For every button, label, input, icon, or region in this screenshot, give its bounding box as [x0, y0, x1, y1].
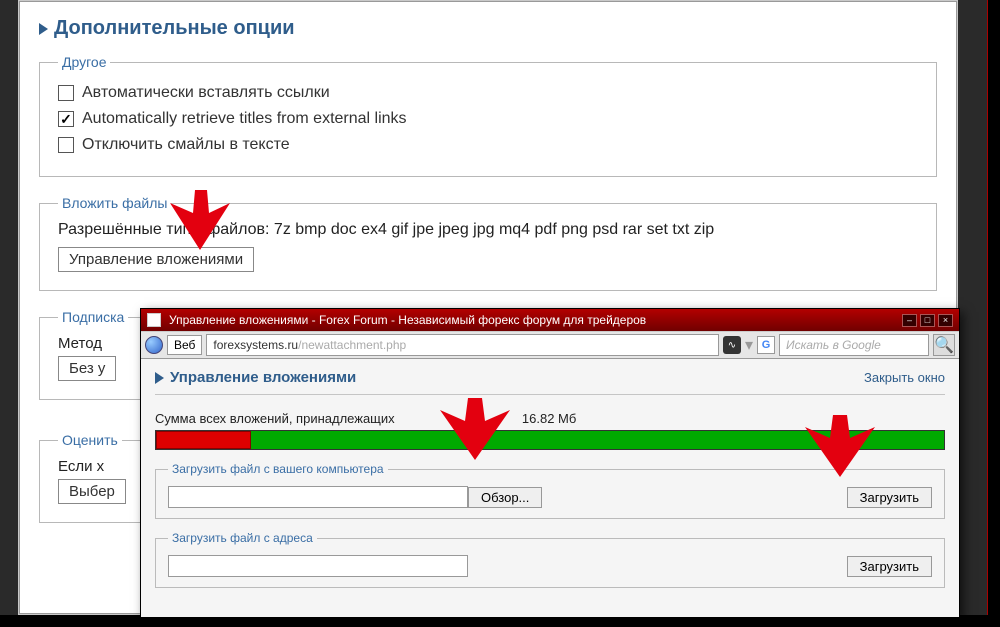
rss-icon[interactable]: ∿	[723, 336, 741, 354]
window-icon	[147, 313, 161, 327]
section-title[interactable]: Дополнительные опции	[39, 11, 937, 54]
maximize-button[interactable]: □	[920, 314, 935, 327]
browse-button[interactable]: Обзор...	[468, 487, 542, 508]
fieldset-upload-pc: Загрузить файл с вашего компьютера Обзор…	[155, 462, 945, 519]
checkbox-checked-icon[interactable]	[58, 111, 74, 127]
google-icon[interactable]: G	[757, 336, 775, 354]
checkbox-icon[interactable]	[58, 85, 74, 101]
popup-window-title: Управление вложениями - Forex Forum - Не…	[169, 313, 646, 327]
close-window-link[interactable]: Закрыть окно	[864, 370, 945, 385]
upload-button[interactable]: Загрузить	[847, 487, 932, 508]
fieldset-attach: Вложить файлы Разрешённые типы файлов: 7…	[39, 195, 937, 291]
quota-progress-bar	[155, 430, 945, 450]
url-host: forexsystems.ru	[213, 338, 298, 352]
legend-rate: Оценить	[58, 432, 122, 448]
triangle-right-icon	[155, 372, 164, 384]
allowed-filetypes: Разрешённые типы файлов: 7z bmp doc ex4 …	[58, 221, 918, 239]
url-path: /newattachment.php	[298, 338, 406, 352]
legend-subscribe: Подписка	[58, 309, 128, 325]
subscribe-method-label: Метод	[58, 335, 140, 352]
quota-value: 16.82 Мб	[522, 411, 576, 426]
fieldset-other: Другое Автоматически вставлять ссылки Au…	[39, 54, 937, 177]
subscribe-select[interactable]: Без у	[58, 356, 116, 381]
file-path-input[interactable]	[168, 486, 468, 508]
option-label: Automatically retrieve titles from exter…	[82, 110, 407, 128]
upload-button-2[interactable]: Загрузить	[847, 556, 932, 577]
option-label: Отключить смайлы в тексте	[82, 136, 290, 154]
legend-attach: Вложить файлы	[58, 195, 171, 211]
url-upload-input[interactable]	[168, 555, 468, 577]
quota-used-segment	[156, 431, 251, 449]
globe-icon	[145, 336, 163, 354]
browser-address-bar: Веб forexsystems.ru/newattachment.php ∿ …	[141, 331, 959, 359]
legend-other: Другое	[58, 54, 110, 70]
popup-body-title[interactable]: Управление вложениями	[155, 369, 356, 386]
option-label: Автоматически вставлять ссылки	[82, 84, 330, 102]
section-title-text: Дополнительные опции	[54, 17, 295, 40]
quota-label: Сумма всех вложений, принадлежащих 16.82…	[155, 411, 945, 426]
search-button[interactable]: 🔍	[933, 334, 955, 356]
close-button[interactable]: ×	[938, 314, 953, 327]
triangle-right-icon	[39, 23, 48, 35]
rate-if-label: Если х	[58, 458, 140, 475]
minimize-button[interactable]: –	[902, 314, 917, 327]
web-button[interactable]: Веб	[167, 335, 202, 355]
option-disable-smilies[interactable]: Отключить смайлы в тексте	[58, 132, 918, 158]
rate-select[interactable]: Выбер	[58, 479, 126, 504]
legend-upload-pc: Загрузить файл с вашего компьютера	[168, 462, 388, 476]
popup-titlebar[interactable]: Управление вложениями - Forex Forum - Не…	[141, 309, 959, 331]
option-retrieve-titles[interactable]: Automatically retrieve titles from exter…	[58, 106, 918, 132]
checkbox-icon[interactable]	[58, 137, 74, 153]
url-input[interactable]: forexsystems.ru/newattachment.php	[206, 334, 719, 356]
manage-attachments-button[interactable]: Управление вложениями	[58, 247, 254, 272]
option-auto-insert-links[interactable]: Автоматически вставлять ссылки	[58, 80, 918, 106]
legend-upload-url: Загрузить файл с адреса	[168, 531, 317, 545]
attachments-popup-window: Управление вложениями - Forex Forum - Не…	[140, 308, 960, 618]
fieldset-upload-url: Загрузить файл с адреса Загрузить	[155, 531, 945, 588]
google-search-input[interactable]: Искать в Google	[779, 334, 929, 356]
